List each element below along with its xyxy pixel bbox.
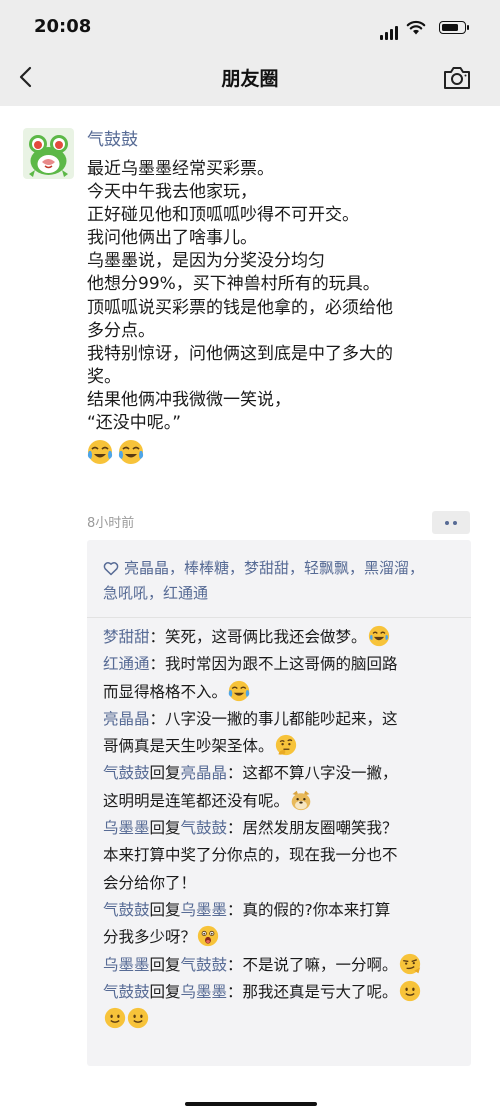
comment-text: 本来打算中奖了分你点的，现在我一分也不 [103, 846, 398, 865]
post-line: 奖。 [87, 366, 121, 387]
commenter-name[interactable]: 乌墨墨 [103, 956, 150, 974]
reply-word: 回复 [149, 764, 181, 783]
post-line: 我问他俩出了啥事儿。 [87, 228, 257, 249]
interactions-box: 亮晶晶，棒棒糖，梦甜甜，轻飘飘，黑溜溜， 急吼吼，红通通 梦甜甜：笑死，这哥俩比… [87, 540, 471, 1066]
more-actions-button[interactable] [432, 511, 470, 534]
smile-face-emoji-icon [127, 1008, 149, 1029]
commenter-name[interactable]: 梦甜甜 [103, 628, 150, 646]
comment-item[interactable]: 乌墨墨回复气鼓鼓：居然发朋友圈嘲笑我？ [103, 815, 463, 842]
comment-item[interactable]: 气鼓鼓回复乌墨墨：那我还真是亏大了呢。 [103, 979, 463, 1006]
battery-icon [439, 21, 469, 34]
comment-item-cont [103, 1006, 463, 1033]
surprised-face-emoji-icon [197, 926, 219, 947]
comment-item-cont: 而显得格格不入。 [103, 679, 463, 706]
crying-laughing-emoji-icon [228, 680, 250, 701]
heart-outline-icon [103, 562, 119, 576]
comment-text: 分我多少呀？ [103, 928, 197, 947]
post-author[interactable]: 气鼓鼓 [87, 128, 483, 152]
post-line: 乌墨墨说，是因为分奖没分均匀 [87, 251, 325, 272]
comment-item[interactable]: 气鼓鼓回复乌墨墨：真的假的?你本来打算 [103, 897, 463, 924]
comment-item[interactable]: 梦甜甜：笑死，这哥俩比我还会做梦。 [103, 624, 463, 651]
post-line: 结果他俩冲我微微一笑说， [87, 389, 291, 410]
comment-text: ：不是说了嘛，一分啊。 [227, 955, 398, 974]
likes-list: 亮晶晶，棒棒糖，梦甜甜，轻飘飘，黑溜溜， 急吼吼，红通通 [103, 556, 453, 606]
post-line: 他想分99%，买下神兽村所有的玩具。 [87, 274, 380, 295]
status-time: 20:08 [34, 16, 92, 37]
comment-item-cont: 会分给你了！ [103, 870, 463, 897]
comment-item[interactable]: 亮晶晶：八字没一撇的事儿都能吵起来，这 [103, 706, 463, 733]
nav-bar: 朋友圈 [0, 52, 500, 104]
comment-text: ：那我还真是亏大了呢。 [227, 982, 398, 1001]
likes-line[interactable]: 亮晶晶，棒棒糖，梦甜甜，轻飘飘，黑溜溜， [124, 559, 424, 577]
two-dots-icon [453, 521, 457, 525]
comment-item[interactable]: 气鼓鼓回复亮晶晶：这都不算八字没一撇， [103, 760, 463, 787]
commenter-name[interactable]: 乌墨墨 [103, 819, 150, 837]
post-body: 最近乌墨墨经常买彩票。 今天中午我去他家玩， 正好碰见他和顶呱呱吵得不可开交。 … [87, 158, 483, 435]
post-line: 正好碰见他和顶呱呱吵得不可开交。 [87, 205, 359, 226]
comment-text: ：笑死，这哥俩比我还会做梦。 [149, 628, 367, 646]
smirk-face-emoji-icon [399, 953, 420, 974]
reply-target-name[interactable]: 乌墨墨 [181, 983, 228, 1001]
post-line: 今天中午我去他家玩， [87, 182, 257, 203]
comment-item-cont: 本来打算中奖了分你点的，现在我一分也不 [103, 842, 463, 869]
comment-text: ：真的假的?你本来打算 [227, 900, 391, 919]
reply-word: 回复 [149, 955, 181, 974]
signal-icon [380, 21, 400, 40]
commenter-name[interactable]: 气鼓鼓 [103, 983, 150, 1001]
post-line: “还没中呢。” [87, 413, 182, 434]
crying-laughing-emoji-icon [87, 440, 113, 465]
comment-text: ：我时常因为跟不上这哥俩的脑回路 [149, 655, 398, 674]
comment-text: 哥俩真是天生吵架圣体。 [103, 737, 274, 756]
post-line: 我特别惊讶，问他俩这到底是中了多大的 [87, 343, 393, 364]
reply-target-name[interactable]: 气鼓鼓 [181, 819, 228, 837]
post-line: 顶呱呱说买彩票的钱是他拿的，必须给他 [87, 297, 393, 318]
header: 20:08 朋友圈 [0, 0, 500, 106]
thinking-face-emoji-icon [275, 735, 296, 756]
commenter-name[interactable]: 亮晶晶 [103, 710, 150, 728]
crying-laughing-emoji-icon [118, 440, 144, 465]
commenter-name[interactable]: 红通通 [103, 655, 150, 673]
avatar[interactable] [23, 128, 74, 179]
comment-text: ：这都不算八字没一撇， [227, 764, 398, 783]
comment-item[interactable]: 红通通：我时常因为跟不上这哥俩的脑回路 [103, 651, 463, 678]
battery-level [442, 24, 459, 31]
comment-item-cont: 分我多少呀？ [103, 924, 463, 951]
comment-item[interactable]: 乌墨墨回复气鼓鼓：不是说了嘛，一分啊。 [103, 952, 463, 979]
two-dots-icon [445, 521, 449, 525]
post-line: 最近乌墨墨经常买彩票。 [87, 159, 274, 179]
comment-item-cont: 哥俩真是天生吵架圣体。 [103, 733, 463, 760]
reply-word: 回复 [149, 819, 181, 838]
comment-text: 这明明是连笔都还没有呢。 [103, 791, 290, 810]
smile-face-emoji-icon [104, 1008, 126, 1029]
reply-target-name[interactable]: 乌墨墨 [181, 901, 228, 919]
reply-word: 回复 [149, 900, 181, 919]
comment-item-cont: 这明明是连笔都还没有呢。 [103, 788, 463, 815]
likes-line[interactable]: 急吼吼，红通通 [103, 581, 453, 606]
comments-list: 梦甜甜：笑死，这哥俩比我还会做梦。 红通通：我时常因为跟不上这哥俩的脑回路 而显… [103, 624, 463, 1033]
reply-target-name[interactable]: 亮晶晶 [181, 764, 228, 782]
post-emojis [87, 439, 483, 467]
camera-icon[interactable] [442, 64, 472, 92]
tears-of-joy-emoji-icon [368, 625, 389, 647]
comment-text: 而显得格格不入。 [103, 682, 228, 701]
comment-text: ：居然发朋友圈嘲笑我？ [227, 819, 398, 838]
home-indicator[interactable] [185, 1102, 317, 1106]
doge-emoji-icon [291, 790, 311, 810]
frog-avatar-icon [23, 128, 74, 179]
smile-face-emoji-icon [399, 980, 420, 1002]
reply-target-name[interactable]: 气鼓鼓 [181, 956, 228, 974]
divider [87, 617, 471, 618]
reply-word: 回复 [149, 982, 181, 1001]
commenter-name[interactable]: 气鼓鼓 [103, 901, 150, 919]
page-title: 朋友圈 [221, 68, 279, 90]
wifi-icon [406, 20, 426, 35]
post-time: 8小时前 [87, 516, 135, 531]
moment-post: 气鼓鼓 最近乌墨墨经常买彩票。 今天中午我去他家玩， 正好碰见他和顶呱呱吵得不可… [87, 128, 483, 467]
post-line: 多分点。 [87, 320, 155, 341]
comment-text: ：八字没一撇的事儿都能吵起来，这 [149, 709, 398, 728]
status-bar: 20:08 [0, 0, 500, 50]
commenter-name[interactable]: 气鼓鼓 [103, 764, 150, 782]
comment-text: 会分给你了！ [103, 873, 197, 892]
